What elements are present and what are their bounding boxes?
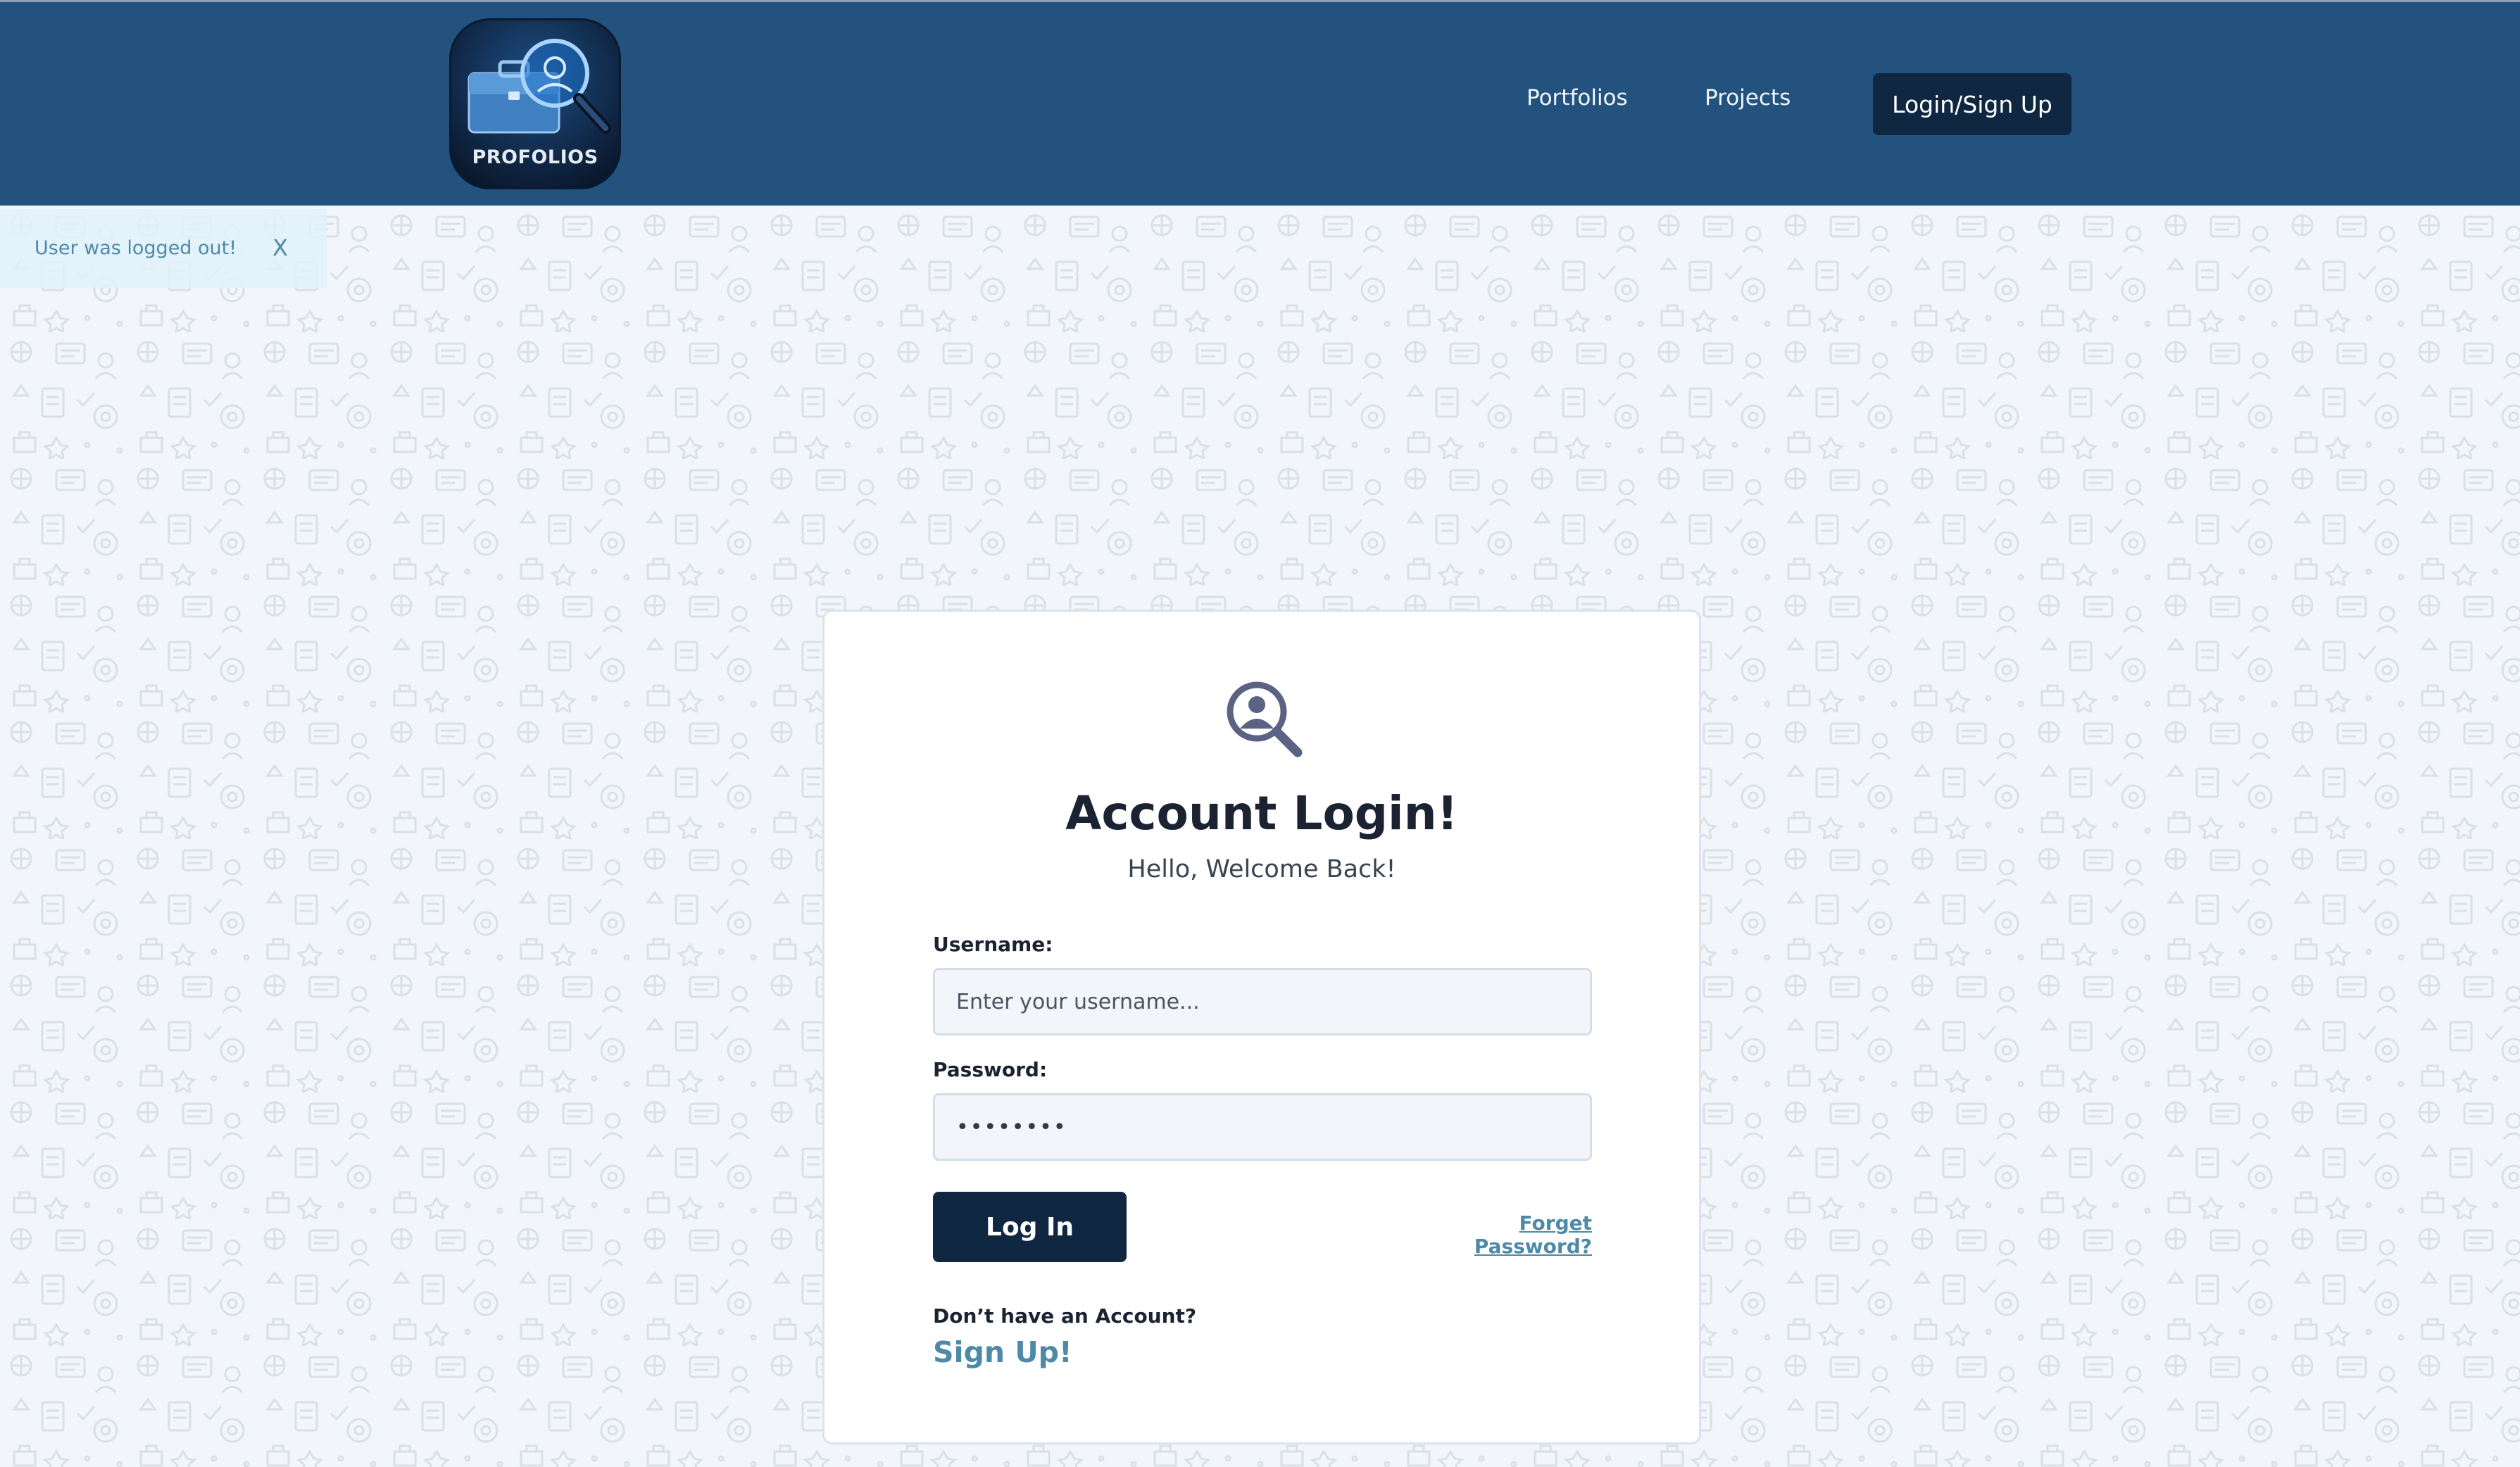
site-logo[interactable]: PROFOLIOS [449,18,621,189]
logout-flash-alert: User was logged out! X [0,209,327,288]
password-input[interactable] [933,1093,1592,1161]
flash-message: User was logged out! [35,237,237,259]
nav-projects-link[interactable]: Projects [1705,85,1791,111]
login-signup-button[interactable]: Login/Sign Up [1873,73,2071,135]
sign-up-link[interactable]: Sign Up! [933,1335,1072,1369]
flash-close-button[interactable]: X [272,234,288,261]
login-card: Account Login! Hello, Welcome Back! User… [822,610,1701,1444]
username-label: Username: [933,933,1053,956]
logo-text: PROFOLIOS [472,146,598,168]
login-title: Account Login! [1065,786,1458,840]
username-input[interactable] [933,968,1592,1035]
login-subtitle: Hello, Welcome Back! [1127,855,1396,883]
forgot-password-link[interactable]: Forget Password? [1412,1211,1592,1258]
top-navbar: PROFOLIOS Portfolios Projects Login/Sign… [0,0,2520,206]
nav-portfolios-link[interactable]: Portfolios [1527,85,1628,111]
log-in-button[interactable]: Log In [933,1192,1127,1262]
password-label: Password: [933,1058,1048,1081]
user-search-icon [1227,681,1303,757]
no-account-text: Don’t have an Account? [933,1304,1197,1328]
